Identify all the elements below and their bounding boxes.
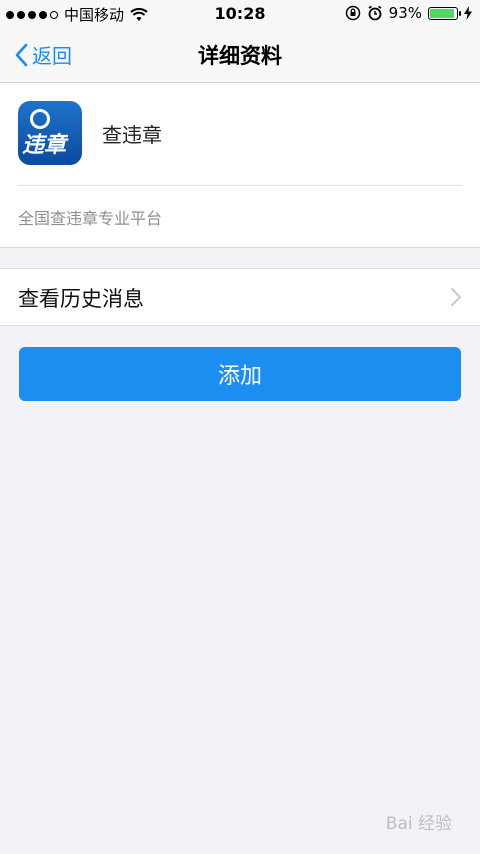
magnifier-icon: [30, 109, 50, 129]
app-logo: 违章: [18, 101, 82, 165]
chevron-right-icon: [451, 288, 461, 306]
add-button[interactable]: 添加: [19, 347, 461, 401]
profile-card: 违章 查违章 全国查违章专业平台: [0, 83, 480, 248]
rotation-lock-icon: [345, 5, 360, 21]
status-bar: 中国移动 10:28 93%: [0, 0, 480, 28]
divider: [18, 185, 462, 186]
view-history-row[interactable]: 查看历史消息: [0, 268, 480, 326]
alarm-clock-icon: [368, 5, 382, 21]
account-description: 全国查违章专业平台: [18, 209, 163, 228]
page-title: 详细资料: [198, 44, 282, 68]
status-right: 93%: [345, 4, 472, 22]
watermark: Bai 经验: [385, 814, 452, 834]
app-logo-text: 违章: [22, 133, 67, 158]
account-name: 查违章: [102, 123, 162, 147]
navigation-bar: 返回 详细资料: [0, 28, 480, 83]
battery-percent: 93%: [388, 4, 422, 22]
battery-icon: [428, 6, 461, 20]
charging-icon: [464, 6, 472, 20]
view-history-label: 查看历史消息: [18, 287, 144, 311]
